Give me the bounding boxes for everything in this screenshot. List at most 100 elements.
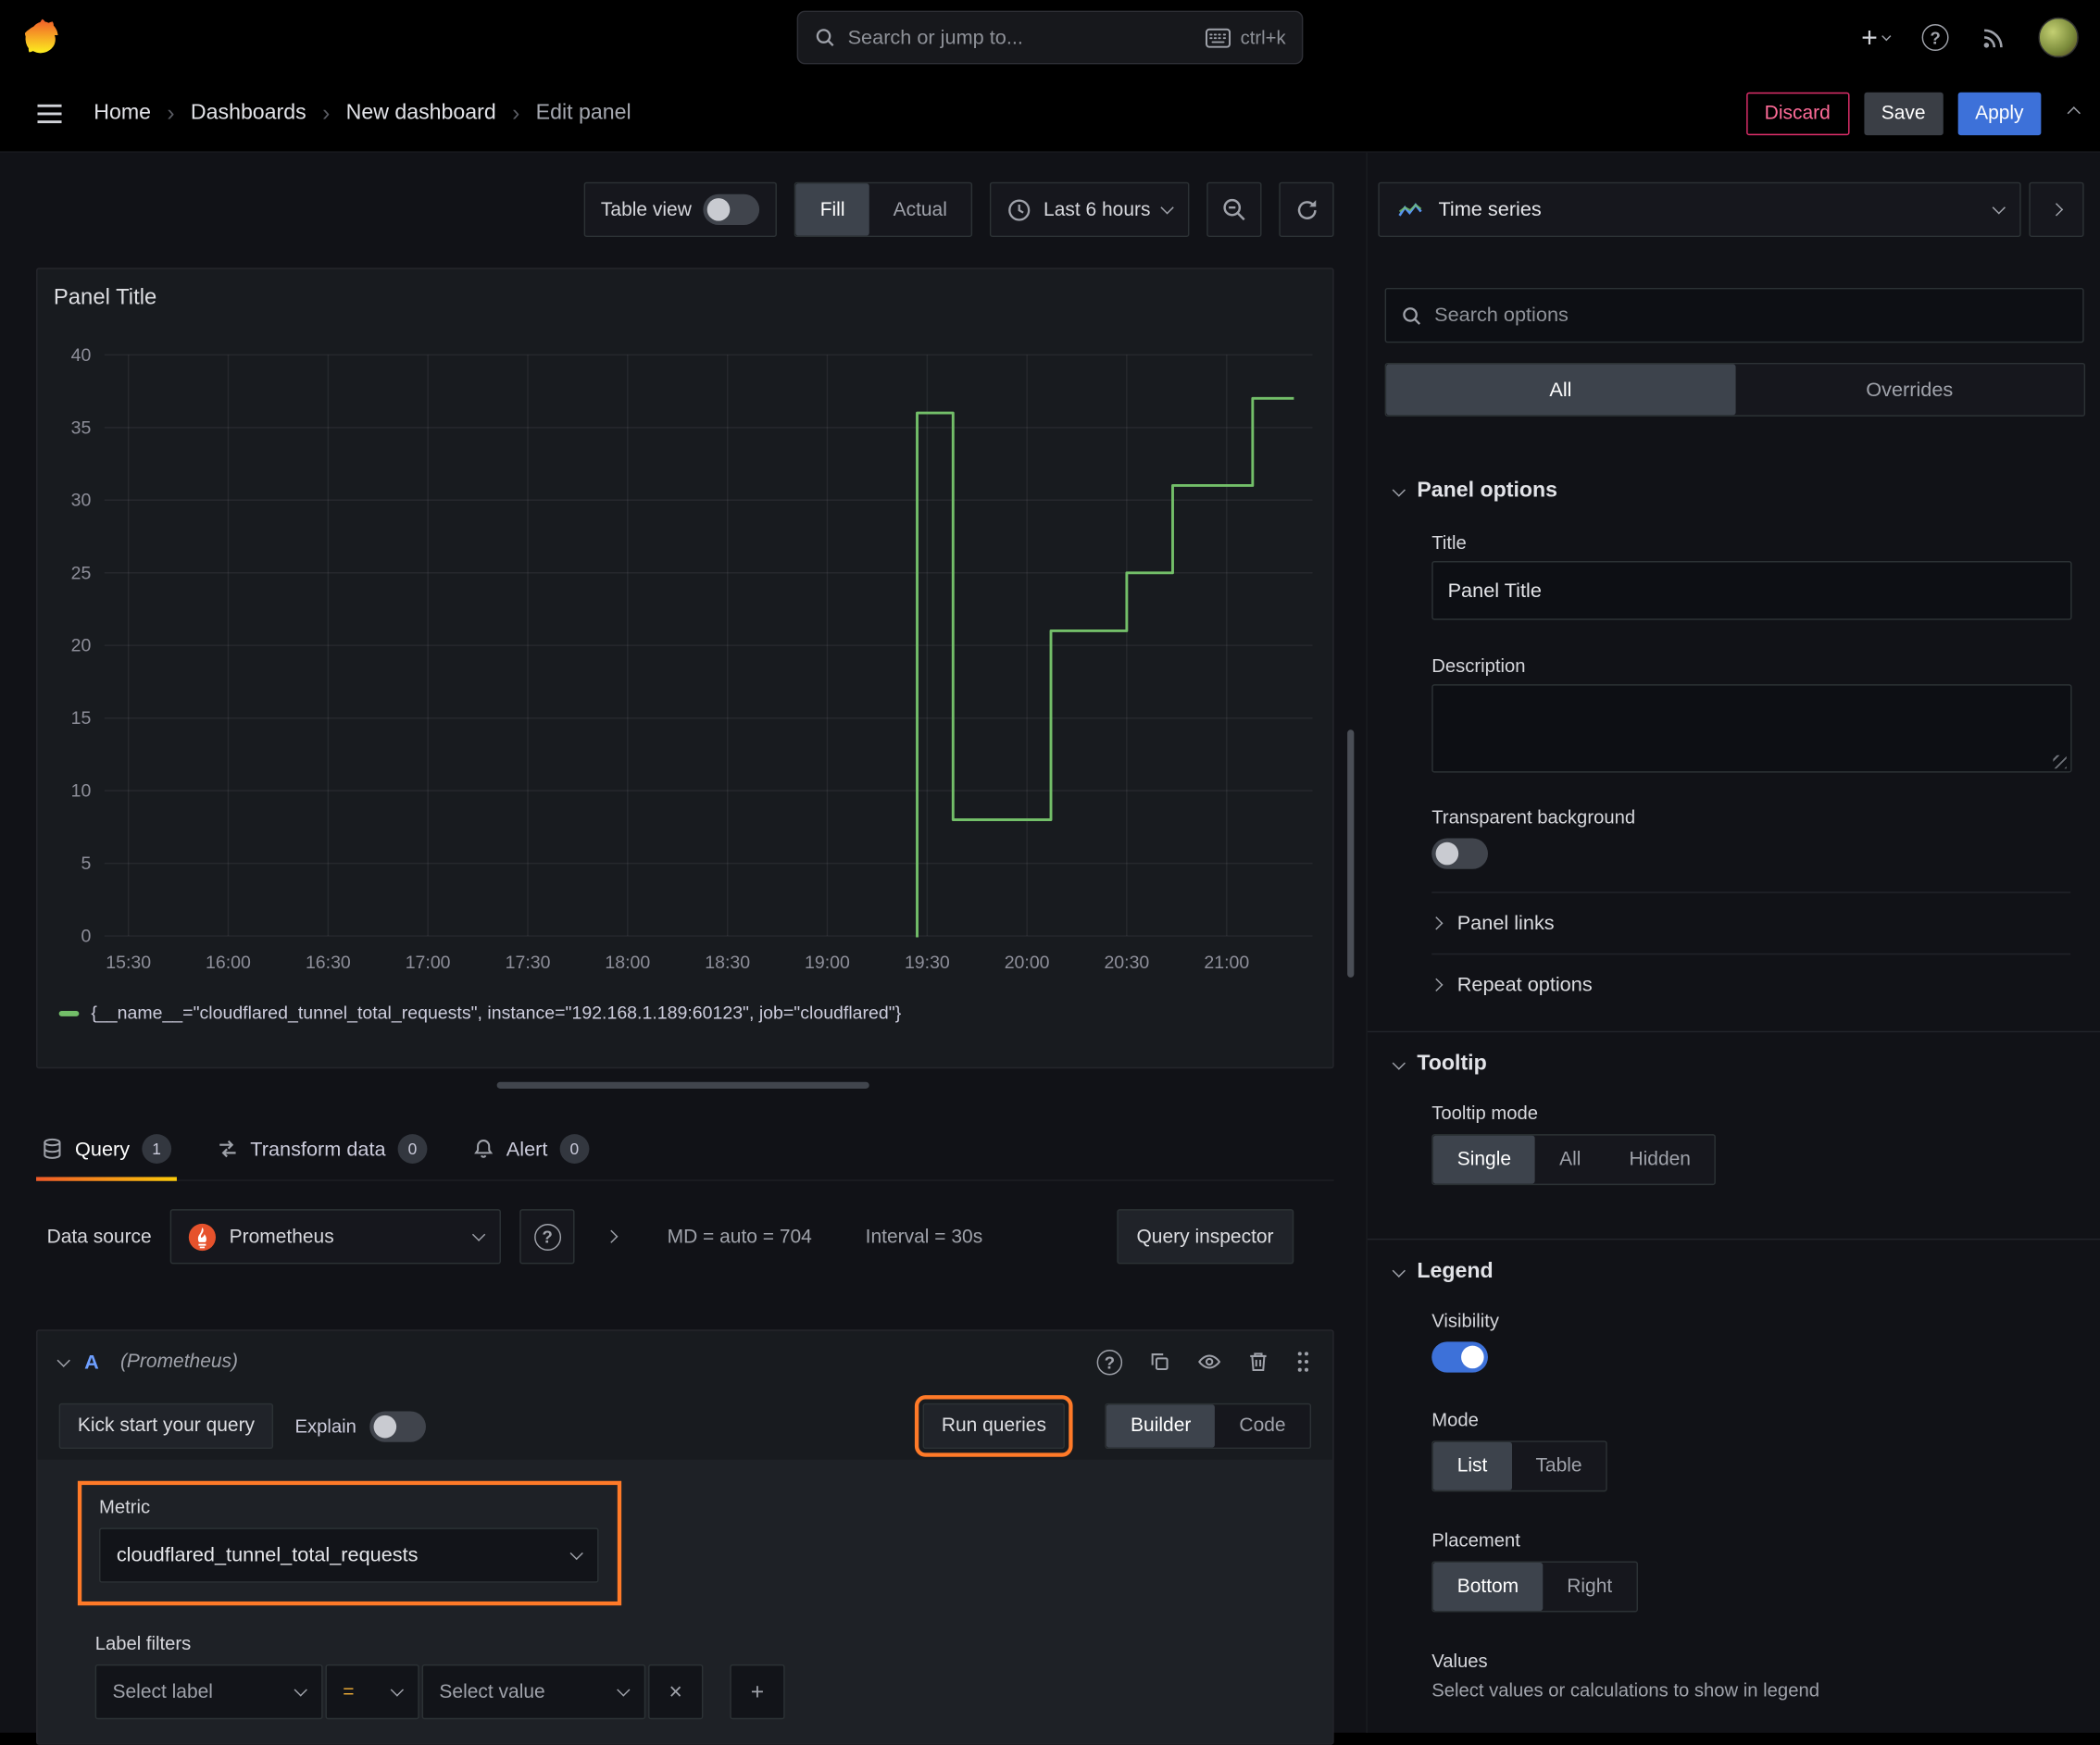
search-icon (1401, 305, 1422, 326)
svg-text:20:30: 20:30 (1104, 953, 1149, 973)
add-filter-button[interactable]: + (730, 1664, 785, 1720)
actual-option[interactable]: Actual (869, 183, 971, 235)
tab-query[interactable]: Query 1 (36, 1118, 177, 1181)
help-icon: ? (533, 1223, 561, 1251)
metric-select[interactable]: cloudflared_tunnel_total_requests (99, 1527, 599, 1583)
panel-title[interactable]: Panel Title (38, 269, 1333, 326)
fill-option[interactable]: Fill (795, 183, 869, 236)
svg-text:17:00: 17:00 (406, 953, 451, 973)
mode-label: Mode (1431, 1408, 1479, 1430)
chevron-down-icon (569, 1546, 583, 1561)
panel-description-input[interactable] (1431, 684, 2072, 773)
tooltip-all-option[interactable]: All (1535, 1136, 1605, 1184)
table-view-switch[interactable] (703, 193, 760, 225)
select-value-dropdown[interactable]: Select value (421, 1664, 646, 1720)
datasource-picker[interactable]: Prometheus (169, 1209, 502, 1265)
operator-dropdown[interactable]: = (325, 1664, 419, 1720)
datasource-row: Data source Prometheus ? MD = auto = 704… (36, 1209, 1334, 1265)
legend-section[interactable]: Legend (1392, 1256, 2100, 1289)
mode-list-option[interactable]: List (1432, 1441, 1512, 1490)
placement-bottom-option[interactable]: Bottom (1432, 1562, 1544, 1612)
datasource-help-button[interactable]: ? (519, 1209, 575, 1265)
visualization-name: Time series (1438, 198, 1542, 221)
select-label-dropdown[interactable]: Select label (94, 1664, 323, 1720)
query-editor-card: A (Prometheus) ? Kick start your query E… (36, 1329, 1334, 1745)
global-search[interactable]: Search or jump to... ctrl+k (796, 10, 1304, 65)
zoom-out-button[interactable] (1206, 181, 1262, 238)
user-avatar[interactable] (2038, 17, 2079, 58)
tab-query-count: 1 (142, 1134, 171, 1164)
collapse-header-button[interactable] (2067, 106, 2081, 120)
legend-visibility-switch[interactable] (1431, 1341, 1488, 1373)
table-view-toggle[interactable]: Table view (583, 181, 778, 238)
explain-switch[interactable] (369, 1410, 427, 1442)
duplicate-icon[interactable] (1149, 1351, 1170, 1372)
panel-options-section[interactable]: Panel options (1392, 475, 2100, 507)
tooltip-hidden-option[interactable]: Hidden (1605, 1136, 1715, 1184)
options-search-input[interactable] (1434, 304, 2069, 327)
breadcrumb-new-dashboard[interactable]: New dashboard (346, 101, 496, 125)
chevron-right-icon[interactable] (605, 1229, 619, 1243)
panel-links-section[interactable]: Panel links (1430, 891, 2071, 954)
code-option[interactable]: Code (1215, 1404, 1309, 1447)
discard-button[interactable]: Discard (1745, 92, 1850, 135)
tab-transform-count: 0 (397, 1134, 428, 1164)
panel-title-input[interactable] (1431, 561, 2072, 620)
svg-text:40: 40 (71, 345, 92, 366)
section-divider (1367, 1030, 2100, 1033)
grafana-logo[interactable] (21, 18, 61, 57)
main-scrollbar[interactable] (1347, 729, 1355, 978)
time-series-chart[interactable]: 0 5 10 15 20 25 30 35 40 15:30 16:00 16:30 17:00 17:3… (38, 330, 1331, 1000)
editor-tabs: Query 1 Transform data 0 Alert 0 (36, 1118, 1334, 1181)
help-icon[interactable]: ? (1921, 24, 1949, 51)
repeat-options-section[interactable]: Repeat options (1430, 953, 2071, 1016)
hide-query-eye-icon[interactable] (1197, 1351, 1221, 1372)
chevron-down-icon (1992, 201, 2006, 215)
chevron-down-icon[interactable] (56, 1352, 70, 1367)
visualization-picker[interactable]: Time series (1378, 181, 2021, 238)
placement-right-option[interactable]: Right (1543, 1563, 1636, 1611)
menu-toggle-icon[interactable] (37, 100, 65, 127)
tab-overrides[interactable]: Overrides (1735, 364, 2084, 415)
transparent-bg-switch[interactable] (1431, 838, 1488, 869)
refresh-button[interactable] (1279, 181, 1334, 238)
remove-filter-button[interactable]: × (648, 1664, 704, 1720)
apply-button[interactable]: Apply (1957, 92, 2042, 135)
table-view-label: Table view (600, 198, 692, 220)
tab-all[interactable]: All (1386, 364, 1735, 416)
query-inspector-button[interactable]: Query inspector (1116, 1209, 1294, 1265)
options-search[interactable] (1384, 287, 2084, 343)
tab-transform-label: Transform data (250, 1137, 386, 1161)
add-menu-button[interactable]: + (1861, 23, 1892, 52)
chart-legend[interactable]: {__name__="cloudflared_tunnel_total_requ… (58, 1003, 901, 1023)
breadcrumb-dashboards[interactable]: Dashboards (191, 101, 306, 125)
grafana-edit-panel-page: Search or jump to... ctrl+k + ? Home › D… (0, 0, 2100, 1745)
kick-start-button[interactable]: Kick start your query (58, 1402, 274, 1450)
query-help-icon[interactable]: ? (1096, 1349, 1123, 1375)
search-shortcut: ctrl+k (1206, 27, 1286, 48)
legend-label[interactable]: {__name__="cloudflared_tunnel_total_requ… (91, 1003, 901, 1023)
svg-text:16:00: 16:00 (206, 953, 251, 973)
news-feed-icon[interactable] (1981, 25, 2006, 50)
builder-option[interactable]: Builder (1106, 1404, 1216, 1448)
tooltip-title: Tooltip (1417, 1052, 1487, 1076)
resize-handle[interactable] (496, 1081, 869, 1089)
run-queries-button[interactable]: Run queries (914, 1395, 1073, 1457)
interval-info: Interval = 30s (865, 1226, 983, 1248)
tooltip-section[interactable]: Tooltip (1392, 1049, 2100, 1081)
mode-table-option[interactable]: Table (1511, 1442, 1606, 1490)
tooltip-mode-group: Single All Hidden (1431, 1134, 1717, 1186)
save-button[interactable]: Save (1863, 92, 1944, 135)
chevron-right-icon (1430, 978, 1444, 992)
tooltip-single-option[interactable]: Single (1432, 1135, 1536, 1184)
chevron-down-icon (1392, 482, 1406, 496)
query-ref-id[interactable]: A (84, 1351, 99, 1374)
search-icon (814, 27, 835, 48)
drag-handle-icon[interactable] (1295, 1350, 1311, 1374)
tab-alert[interactable]: Alert 0 (468, 1118, 594, 1180)
breadcrumb-home[interactable]: Home (94, 101, 151, 125)
time-range-picker[interactable]: Last 6 hours (990, 181, 1190, 238)
delete-query-trash-icon[interactable] (1248, 1351, 1269, 1372)
tab-transform[interactable]: Transform data 0 (211, 1118, 432, 1180)
collapse-options-button[interactable] (2029, 181, 2084, 238)
